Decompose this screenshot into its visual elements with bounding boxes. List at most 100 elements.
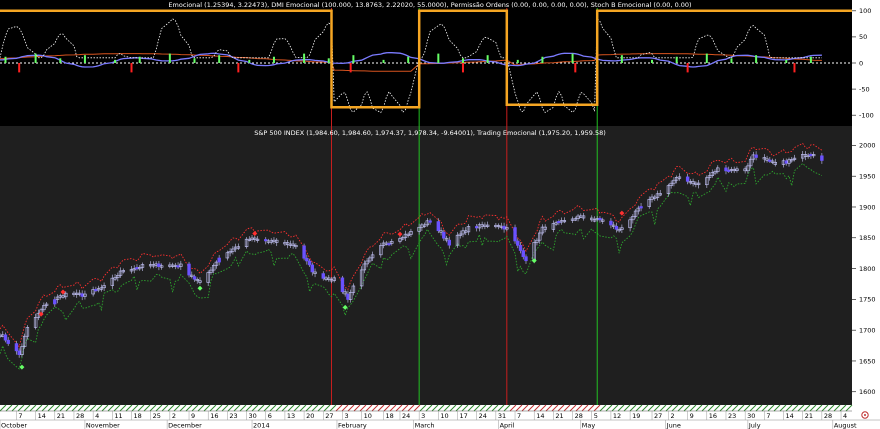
x-day-label-0: 7 [18, 412, 22, 420]
x-month-label-4: February [338, 422, 367, 429]
candle-body [518, 245, 523, 251]
candle-body [3, 334, 8, 341]
x-day-label-18: 10 [364, 412, 372, 420]
x-day-label-12: 30 [249, 412, 257, 420]
candle-body [53, 299, 57, 305]
x-day-label-21: 3 [421, 412, 425, 420]
candle-body [428, 220, 432, 223]
x-day-label-22: 10 [440, 412, 448, 420]
candle-body [614, 225, 619, 230]
indicator-ytick-label-3: -50 [859, 85, 870, 93]
candle-body [264, 239, 268, 242]
x-day-label-11: 23 [229, 412, 237, 420]
candle-89 [340, 275, 345, 294]
x-month-label-10: August [834, 422, 857, 429]
x-day-label-33: 27 [654, 412, 662, 420]
x-day-label-30: 5 [594, 412, 598, 420]
x-day-label-13: 6 [268, 412, 272, 420]
candle-body [809, 154, 813, 157]
x-day-label-31: 12 [613, 412, 621, 420]
x-month-label-2: December [168, 422, 202, 429]
x-month-label-0: October [1, 422, 27, 429]
x-day-label-39: 7 [766, 412, 770, 420]
x-day-label-10: 16 [210, 412, 218, 420]
candle-body [302, 245, 306, 259]
x-day-label-6: 18 [133, 412, 141, 420]
x-day-label-24: 24 [479, 412, 487, 420]
candle-79 [302, 243, 306, 261]
x-month-label-3: 2014 [253, 422, 270, 429]
x-month-label-1: November [86, 422, 120, 429]
x-day-label-17: 3 [344, 412, 348, 420]
price-ytick-label-4: 1800 [859, 265, 876, 273]
price-ytick-label-3: 1850 [859, 234, 876, 242]
x-day-label-23: 17 [460, 412, 468, 420]
candle-body [346, 293, 350, 300]
x-month-label-5: March [415, 422, 435, 429]
x-day-label-38: 30 [747, 412, 755, 420]
candle-body [17, 350, 21, 355]
x-day-label-4: 4 [95, 412, 99, 420]
x-day-label-14: 13 [287, 412, 295, 420]
x-day-label-42: 28 [824, 412, 832, 420]
candle-body [94, 289, 98, 292]
candle-body [14, 343, 19, 352]
x-day-label-26: 7 [517, 412, 521, 420]
x-day-label-32: 19 [632, 412, 640, 420]
price-ytick-label-1: 1950 [859, 172, 876, 180]
candle-49 [187, 261, 191, 278]
x-month-label-7: May [582, 422, 596, 429]
candle-body [724, 167, 728, 172]
x-month-label-6: April [500, 422, 515, 429]
candle-body [524, 256, 528, 262]
x-day-label-40: 14 [786, 412, 794, 420]
price-ytick-label-6: 1700 [859, 326, 876, 334]
chart-svg: 100 50 0 -50 -100 2000 1950 1900 1850 1800 1750 170… [0, 0, 880, 429]
candle-body [387, 243, 391, 246]
price-ytick-label-7: 1650 [859, 357, 876, 365]
candle-body [754, 154, 758, 158]
candle-body [727, 169, 731, 172]
x-day-label-34: 2 [670, 412, 674, 420]
indicator-title: Emocional (1.25394, 3.22473), DMI Emocio… [168, 1, 691, 9]
candle-body [768, 159, 772, 162]
price-panel [0, 126, 852, 405]
x-day-label-7: 25 [153, 412, 161, 420]
candle-body [557, 221, 561, 224]
candle-body [6, 339, 10, 344]
candle-body [609, 220, 613, 226]
candle-body [176, 265, 180, 268]
x-day-label-36: 16 [709, 412, 717, 420]
candle-body [516, 240, 520, 246]
price-ytick-label-2: 1900 [859, 203, 876, 211]
candle-body [442, 231, 446, 239]
candle-body [784, 160, 788, 164]
x-day-label-1: 14 [38, 412, 46, 420]
candle-body [310, 264, 315, 273]
x-day-label-35: 9 [690, 412, 694, 420]
candle-body [135, 267, 139, 270]
candle-body [340, 277, 345, 293]
x-day-label-19: 18 [386, 412, 394, 420]
x-day-label-8: 2 [172, 412, 176, 420]
x-day-label-2: 21 [57, 412, 65, 420]
x-day-label-5: 11 [114, 412, 122, 420]
candle-body [639, 206, 643, 209]
price-ytick-label-0: 2000 [859, 142, 876, 150]
candle-134 [513, 224, 517, 244]
x-day-label-16: 27 [325, 412, 333, 420]
indicator-ytick-label-1: 50 [859, 33, 867, 41]
candle-body [192, 276, 197, 280]
price-ytick-label-5: 1750 [859, 296, 876, 304]
candle-body [305, 257, 309, 262]
indicator-ytick-label-4: -100 [859, 111, 874, 119]
candle-body [598, 217, 602, 221]
x-day-label-43: 4 [843, 412, 847, 420]
candle-body [447, 239, 451, 246]
x-day-label-29: 28 [575, 412, 583, 420]
candle-body [502, 225, 506, 230]
x-day-label-9: 9 [191, 412, 195, 420]
price-title: S&P 500 INDEX (1,984.60, 1,984.60, 1,974… [254, 129, 606, 137]
candle-body [157, 263, 161, 267]
x-day-label-28: 21 [555, 412, 563, 420]
